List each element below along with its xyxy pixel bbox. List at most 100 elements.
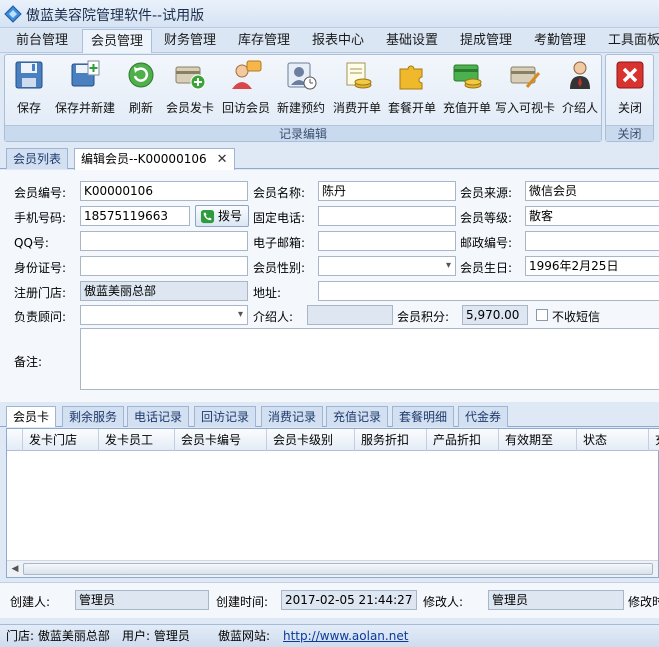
grid-col-expiry[interactable]: 有效期至 — [499, 429, 577, 451]
email-field[interactable] — [318, 231, 456, 251]
tab-consumption-records[interactable]: 消费记录 — [261, 406, 324, 427]
tab-vouchers[interactable]: 代金券 — [458, 406, 509, 427]
member-card-grid: 发卡门店 发卡员工 会员卡编号 会员卡级别 服务折扣 产品折扣 有效期至 状态 … — [6, 428, 659, 578]
save-button[interactable]: 保存 — [9, 59, 49, 116]
status-site-link[interactable]: http://www.aolan.net — [283, 629, 408, 643]
menu-tab-finance[interactable]: 财务管理 — [156, 29, 224, 53]
member-no-field[interactable]: K00000106 — [80, 181, 248, 201]
no-sms-label: 不收短信 — [552, 310, 601, 324]
tab-edit-member[interactable]: 编辑会员--K00000106 ✕ — [74, 148, 235, 170]
grid-col-service-discount[interactable]: 服务折扣 — [355, 429, 427, 451]
level-label: 会员等级: — [460, 211, 513, 225]
save-and-new-button[interactable]: 保存并新建 — [52, 59, 118, 116]
tab-package-details[interactable]: 套餐明细 — [392, 406, 455, 427]
dial-button[interactable]: 拨号 — [195, 205, 249, 227]
close-icon — [616, 61, 644, 89]
qq-field[interactable] — [80, 231, 248, 251]
tab-recharge-records[interactable]: 充值记录 — [326, 406, 389, 427]
created-time-label: 创建时间: — [216, 595, 269, 609]
mobile-field[interactable]: 18575119663 — [80, 206, 190, 226]
referrer-field[interactable] — [307, 305, 393, 325]
grid-col-recharge[interactable]: 充值 — [649, 429, 659, 451]
tab-close-icon[interactable]: ✕ — [217, 150, 228, 170]
menu-tab-front-desk[interactable]: 前台管理 — [8, 29, 76, 53]
revisit-member-button[interactable]: 回访会员 — [219, 59, 273, 116]
grid-col-issue-staff[interactable]: 发卡员工 — [99, 429, 175, 451]
birthday-field[interactable]: 1996年2月25日 — [525, 256, 659, 276]
menu-tab-member[interactable]: 会员管理 — [82, 29, 153, 53]
creator-label: 创建人: — [10, 595, 51, 609]
tab-member-list[interactable]: 会员列表 — [6, 148, 69, 169]
record-info-bar: 创建人: 管理员 创建时间: 2017-02-05 21:44:27 修改人: … — [0, 582, 659, 618]
scroll-left-icon[interactable]: ◀ — [8, 562, 22, 576]
grid-col-status[interactable]: 状态 — [577, 429, 649, 451]
email-label: 电子邮箱: — [253, 236, 306, 250]
gender-label: 会员性别: — [253, 261, 306, 275]
tab-call-records[interactable]: 电话记录 — [127, 406, 190, 427]
level-field[interactable]: 散客 — [525, 206, 659, 226]
grid-col-issue-store[interactable]: 发卡门店 — [23, 429, 99, 451]
address-label: 地址: — [253, 286, 282, 300]
store-field: 傲蓝美丽总部 — [80, 281, 248, 301]
write-visual-card-button[interactable]: 写入可视卡 — [493, 59, 557, 116]
refresh-icon — [128, 62, 154, 88]
note-textarea[interactable] — [80, 328, 659, 390]
phone-field[interactable] — [318, 206, 456, 226]
tab-revisit-records[interactable]: 回访记录 — [194, 406, 257, 427]
status-user: 用户: 管理员 — [122, 629, 190, 643]
source-label: 会员来源: — [460, 186, 513, 200]
tab-remaining-services[interactable]: 剩余服务 — [62, 406, 125, 427]
address-field[interactable] — [318, 281, 659, 301]
phone-label: 固定电话: — [253, 211, 306, 225]
window-title: 傲蓝美容院管理软件--试用版 — [26, 8, 205, 24]
grid-horizontal-scrollbar[interactable]: ◀ — [7, 560, 658, 577]
gender-select[interactable] — [318, 256, 456, 276]
recharge-order-button[interactable]: 充值开单 — [440, 59, 494, 116]
no-sms-checkbox[interactable] — [536, 309, 548, 321]
menu-tab-tools[interactable]: 工具面板 — [600, 29, 659, 53]
menu-tab-inventory[interactable]: 库存管理 — [230, 29, 298, 53]
menu-tab-attendance[interactable]: 考勤管理 — [526, 29, 594, 53]
menu-tab-commission[interactable]: 提成管理 — [452, 29, 520, 53]
close-button[interactable]: 关闭 — [608, 59, 652, 116]
issue-card-button[interactable]: 会员发卡 — [163, 59, 217, 116]
birthday-label: 会员生日: — [460, 261, 513, 275]
name-field[interactable]: 陈丹 — [318, 181, 456, 201]
grid-col-card-level[interactable]: 会员卡级别 — [267, 429, 355, 451]
detail-tabs: 会员卡 剩余服务 电话记录 回访记录 消费记录 充值记录 套餐明细 代金券 — [0, 404, 659, 427]
scrollbar-thumb[interactable] — [23, 563, 653, 575]
consumption-order-button[interactable]: 消费开单 — [330, 59, 384, 116]
creator-field: 管理员 — [75, 590, 209, 610]
idcard-field[interactable] — [80, 256, 248, 276]
grid-col-product-discount[interactable]: 产品折扣 — [427, 429, 499, 451]
referrer-button[interactable]: 介绍人 — [558, 59, 602, 116]
zip-label: 邮政编号: — [460, 236, 513, 250]
chat-person-icon — [232, 60, 262, 89]
mobile-label: 手机号码: — [14, 211, 67, 225]
zip-field[interactable] — [525, 231, 659, 251]
idcard-label: 身份证号: — [14, 261, 67, 275]
source-field[interactable]: 微信会员 — [525, 181, 659, 201]
advisor-select[interactable] — [80, 305, 248, 325]
package-order-button[interactable]: 套餐开单 — [385, 59, 439, 116]
person-suit-icon — [570, 61, 590, 89]
note-label: 备注: — [14, 355, 43, 369]
menu-tab-reports[interactable]: 报表中心 — [304, 29, 372, 53]
puzzle-icon — [399, 65, 423, 90]
grid-col-card-no[interactable]: 会员卡编号 — [175, 429, 267, 451]
id-card-clock-icon — [287, 62, 317, 90]
refresh-button[interactable]: 刷新 — [121, 59, 161, 116]
tab-member-card[interactable]: 会员卡 — [6, 406, 57, 427]
ribbon-record-edit-group: 保存 保存并新建 刷新 会员发卡 回访会员 新建预约 消费开单 套餐开单 充值开… — [4, 54, 602, 142]
document-tabs: 会员列表 编辑会员--K00000106 ✕ — [0, 145, 659, 170]
status-bar: 门店: 傲蓝美丽总部 用户: 管理员 傲蓝网站: http://www.aola… — [0, 624, 659, 647]
points-label: 会员积分: — [397, 310, 450, 324]
ribbon-close-group-label: 关闭 — [606, 125, 653, 141]
grid-header-selector — [7, 429, 23, 451]
modifier-label: 修改人: — [423, 595, 464, 609]
new-appointment-button[interactable]: 新建预约 — [274, 59, 328, 116]
phone-icon — [200, 209, 215, 224]
tab-edit-member-label: 编辑会员--K00000106 — [81, 152, 207, 166]
menu-tab-basic-settings[interactable]: 基础设置 — [378, 29, 446, 53]
ribbon-group-label: 记录编辑 — [5, 125, 601, 141]
